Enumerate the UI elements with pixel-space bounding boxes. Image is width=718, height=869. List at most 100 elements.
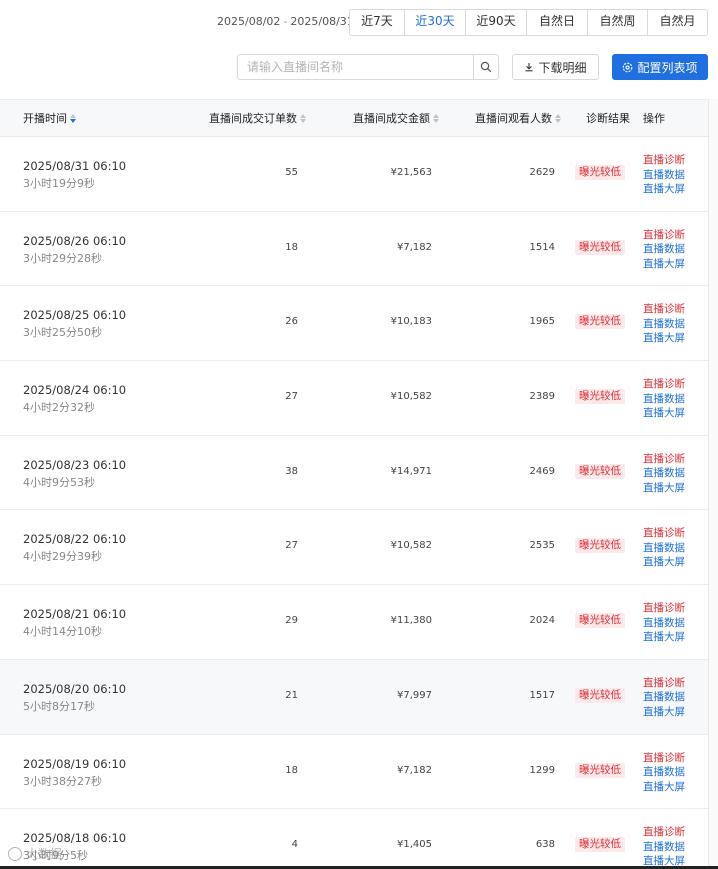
live-data-link[interactable]: 直播数据 [643,392,685,407]
row-actions: 直播诊断 直播数据 直播大屏 [643,526,685,570]
live-dashboard-link[interactable]: 直播大屏 [643,481,685,496]
live-data-link[interactable]: 直播数据 [643,765,685,780]
tab-natural-week[interactable]: 自然周 [588,10,648,35]
header-start-time-label: 开播时间 [23,112,67,125]
header-amount[interactable]: 直播间成交金额 [353,100,439,137]
live-diagnosis-link[interactable]: 直播诊断 [643,825,685,840]
duration: 4小时29分39秒 [23,550,102,564]
header-actions: 操作 [643,112,665,125]
cell-orders: 26 [285,316,298,328]
cell-start-time: 2025/08/21 06:10 4小时14分10秒 [23,607,126,639]
cell-start-time: 2025/08/19 06:10 3小时38分27秒 [23,757,126,789]
live-dashboard-link[interactable]: 直播大屏 [643,780,685,795]
cell-amount: ¥1,405 [397,839,432,851]
header-start-time[interactable]: 开播时间 [23,100,76,137]
cell-amount: ¥10,582 [390,391,432,403]
table-row: 2025/08/20 06:10 5小时8分17秒 21 ¥7,997 1517 曝光较低… [0,659,708,735]
live-data-link[interactable]: 直播数据 [643,690,685,705]
table-row: 2025/08/24 06:10 4小时2分32秒 27 ¥10,582 2389 曝光较… [0,361,708,436]
duration: 3小时25分50秒 [23,326,102,340]
duration: 3小时19分9秒 [23,177,95,190]
search-button[interactable] [473,55,498,79]
configure-columns-label: 配置列表项 [637,60,698,75]
row-actions: 直播诊断 直播数据 直播大屏 [643,676,685,720]
search-box [237,54,499,80]
header-orders[interactable]: 直播间成交订单数 [209,100,306,137]
download-details-label: 下载明细 [538,60,587,75]
diagnosis-badge: 曝光较低 [575,239,625,255]
live-dashboard-link[interactable]: 直播大屏 [643,406,685,421]
table-row: 2025/08/31 06:10 3小时19分9秒 55 ¥21,563 2629 曝光较… [0,137,708,212]
live-diagnosis-link[interactable]: 直播诊断 [643,751,685,766]
duration: 4小时14分10秒 [23,625,102,639]
sort-icon[interactable] [555,114,561,123]
diagnosis-badge: 曝光较低 [575,165,625,180]
tab-natural-day[interactable]: 自然日 [527,10,588,35]
date-range-bar: 2025/08/02-2025/08/31 近7天 近30天 近90天 自然日 … [0,9,718,36]
header-diagnosis: 诊断结果 [586,112,630,125]
start-time: 2025/08/23 06:10 [23,457,127,472]
live-dashboard-link[interactable]: 直播大屏 [643,630,685,645]
live-data-link[interactable]: 直播数据 [643,168,685,183]
configure-columns-button[interactable]: 配置列表项 [612,54,708,80]
row-actions: 直播诊断 直播数据 直播大屏 [643,377,685,421]
cell-amount: ¥10,582 [390,540,432,552]
duration: 3小时38分27秒 [23,774,102,788]
table-row: 2025/08/23 06:10 4小时9分53秒 38 ¥14,971 2469 曝光较… [0,436,708,511]
live-data-link[interactable]: 直播数据 [643,840,685,855]
live-dashboard-link[interactable]: 直播大屏 [643,331,685,346]
live-diagnosis-link[interactable]: 直播诊断 [643,526,685,541]
live-dashboard-link[interactable]: 直播大屏 [643,257,685,272]
sort-icon[interactable] [433,114,439,123]
cell-orders: 4 [291,839,298,851]
download-details-button[interactable]: 下载明细 [512,54,599,80]
tab-last-90-days[interactable]: 近90天 [466,10,527,35]
cell-viewers: 1299 [529,764,555,776]
live-session-table: 开播时间 直播间成交订单数 直播间成交金额 直播间观看人数 诊断结果 操作 20… [0,99,708,869]
live-data-link[interactable]: 直播数据 [643,317,685,332]
sort-icon[interactable] [300,114,306,123]
table-row: 2025/08/18 06:10 3小时9分5秒 4 ¥1,405 638 曝光较低 直播诊… [0,809,708,869]
header-orders-label: 直播间成交订单数 [209,112,297,125]
table-row: 2025/08/22 06:10 4小时29分39秒 27 ¥10,582 2535 曝光… [0,510,708,586]
cell-amount: ¥7,997 [397,689,432,701]
cell-viewers: 2469 [529,465,555,477]
date-range-start: 2025/08/02 [217,15,281,28]
start-time: 2025/08/24 06:10 [23,383,127,398]
vertical-scrollbar[interactable] [708,99,718,869]
live-diagnosis-link[interactable]: 直播诊断 [643,377,685,392]
cell-amount: ¥11,380 [390,615,432,627]
sort-desc-icon[interactable] [70,114,76,123]
row-actions: 直播诊断 直播数据 直播大屏 [643,228,685,272]
live-diagnosis-link[interactable]: 直播诊断 [643,302,685,317]
table-row: 2025/08/21 06:10 4小时14分10秒 29 ¥11,380 2024 曝光… [0,585,708,660]
tab-natural-month[interactable]: 自然月 [648,10,707,35]
live-diagnosis-link[interactable]: 直播诊断 [643,676,685,691]
table-header: 开播时间 直播间成交订单数 直播间成交金额 直播间观看人数 诊断结果 操作 [0,100,708,137]
live-data-link[interactable]: 直播数据 [643,242,685,257]
live-data-link[interactable]: 直播数据 [643,541,685,556]
start-time: 2025/08/31 06:10 [23,159,127,173]
cell-viewers: 2535 [529,540,555,552]
live-data-link[interactable]: 直播数据 [643,616,685,631]
live-diagnosis-link[interactable]: 直播诊断 [643,452,685,467]
search-input[interactable] [238,55,473,79]
diagnosis-badge: 曝光较低 [575,314,625,330]
diagnosis-badge: 曝光较低 [575,613,625,629]
table-row: 2025/08/25 06:10 3小时25分50秒 26 ¥10,183 1965 曝光… [0,286,708,362]
header-viewers[interactable]: 直播间观看人数 [475,100,561,137]
live-diagnosis-link[interactable]: 直播诊断 [643,153,685,168]
live-diagnosis-link[interactable]: 直播诊断 [643,228,685,243]
live-dashboard-link[interactable]: 直播大屏 [643,555,685,570]
live-diagnosis-link[interactable]: 直播诊断 [643,601,685,616]
tab-last-7-days[interactable]: 近7天 [350,10,405,35]
start-time: 2025/08/25 06:10 [23,308,127,323]
live-dashboard-link[interactable]: 直播大屏 [643,182,685,197]
tab-last-30-days[interactable]: 近30天 [405,10,466,35]
cell-start-time: 2025/08/24 06:10 4小时2分32秒 [23,383,126,415]
live-data-link[interactable]: 直播数据 [643,466,685,481]
watermark-logo-icon [8,846,22,861]
live-dashboard-link[interactable]: 直播大屏 [643,705,685,720]
start-time: 2025/08/21 06:10 [23,607,127,622]
cell-viewers: 2024 [529,615,555,627]
